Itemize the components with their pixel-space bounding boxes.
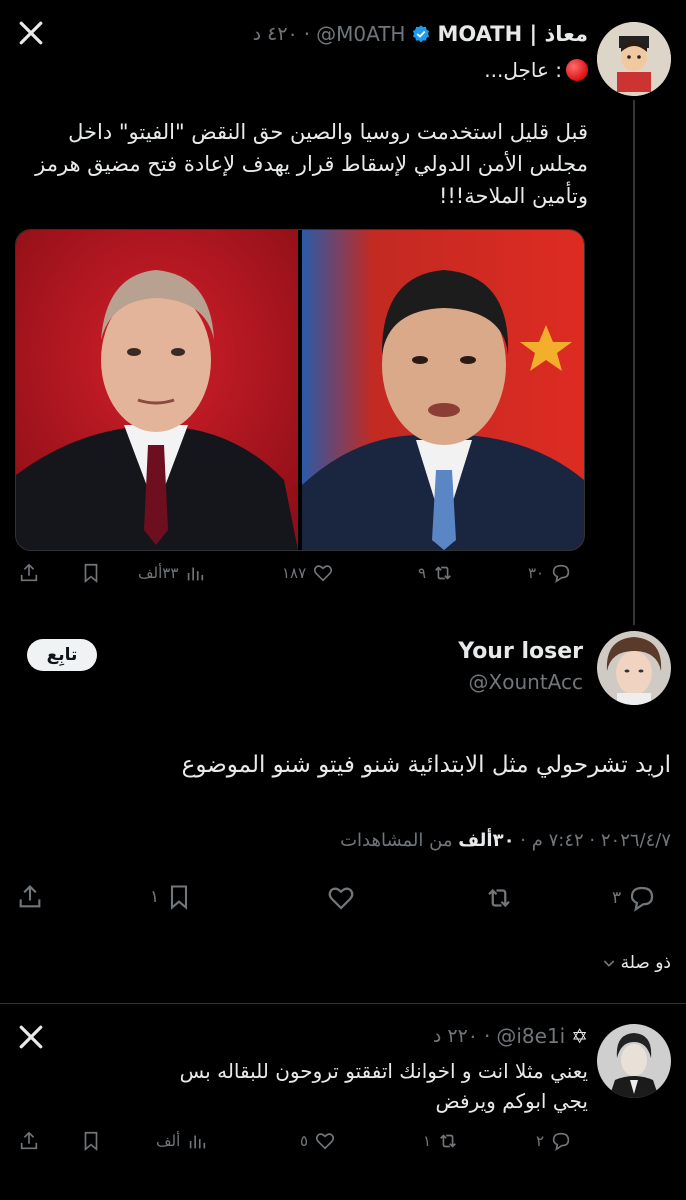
retweet-icon (440, 1134, 456, 1148)
follow-button[interactable]: تابِع (27, 639, 97, 671)
chevron-down-icon (603, 960, 614, 967)
reply-button[interactable]: ٢ (536, 1130, 572, 1152)
views-button[interactable]: ٣٣ألف (138, 562, 206, 584)
retweet-icon (435, 566, 451, 580)
share-button[interactable] (18, 562, 40, 584)
like-icon (328, 887, 354, 910)
post-date[interactable]: ٢٠٢٦/٤/٧ · ٧:٤٢ م · (520, 830, 671, 851)
reply-button[interactable]: ٣٠ (528, 562, 572, 584)
avatar[interactable] (597, 22, 671, 96)
bookmark-button[interactable]: ١ (150, 883, 193, 911)
share-button[interactable] (16, 883, 44, 911)
like-icon (314, 565, 333, 582)
tweet-headline: : عاجل... (484, 58, 588, 82)
bookmark-icon (84, 1131, 98, 1152)
bookmark-count: ١ (150, 887, 160, 907)
reply-count: ٣ (612, 888, 622, 908)
reply-text: اريد تشرحولي مثل الابتدائية شنو فيتو شنو… (181, 752, 671, 778)
like-icon (315, 1133, 335, 1150)
author-handle[interactable]: @XountAcc (458, 670, 583, 694)
focused-reply: Your loser @XountAcc تابِع اريد تشرحولي … (0, 625, 686, 1000)
reply-icon (552, 1132, 570, 1152)
tweet-media[interactable] (15, 229, 585, 551)
tweet-meta: ٢٠٢٦/٤/٧ · ٧:٤٢ م · ٣٠ألف من المشاهدات (340, 830, 671, 851)
leaders-photo (16, 230, 584, 550)
reply-button[interactable]: ٣ (612, 883, 657, 913)
headline-text: : عاجل... (484, 58, 562, 82)
verified-badge-icon (413, 25, 430, 43)
views-icon (188, 567, 204, 581)
retweet-button[interactable] (484, 883, 514, 913)
views-label: من المشاهدات (340, 830, 453, 851)
reply-author[interactable]: Your loser @XountAcc (458, 639, 583, 694)
share-icon (20, 1131, 38, 1150)
reply-icon (552, 564, 570, 584)
action-bar: ١ ٣ (16, 883, 676, 915)
like-button[interactable]: ٥ (300, 1130, 336, 1152)
bookmark-icon (171, 885, 188, 910)
timestamp[interactable]: ٢٢٠ د (433, 1025, 478, 1047)
views-count: ألف (156, 1132, 181, 1150)
bookmark-button[interactable] (80, 562, 102, 584)
separator-dot: · (484, 1024, 491, 1048)
action-bar: ٣٣ألف ١٨٧ ٩ ٣٠ (18, 560, 614, 590)
reply-icon (631, 886, 654, 912)
reply-count: ٢ (536, 1132, 545, 1150)
action-bar: ألف ٥ ١ ٢ (18, 1130, 614, 1160)
x-logo-icon[interactable] (18, 1024, 44, 1050)
avatar[interactable] (597, 1024, 671, 1098)
bookmark-icon (84, 563, 98, 584)
like-button[interactable]: ١٨٧ (282, 562, 334, 584)
avatar[interactable] (597, 631, 671, 705)
tweet-1[interactable]: معاذ | MOATH @M0ATH · ٤٢٠ د : عاجل... قب… (0, 0, 686, 625)
thread-line (633, 100, 635, 625)
bookmark-button[interactable] (80, 1130, 102, 1152)
red-circle-icon (566, 59, 588, 81)
views-icon (190, 1135, 206, 1149)
timestamp[interactable]: ٤٢٠ د (253, 23, 298, 45)
reply-count: ٣٠ (528, 564, 545, 582)
tweet-header: ✡ @i8e1i · ٢٢٠ د (433, 1024, 588, 1048)
share-button[interactable] (18, 1130, 40, 1152)
views-bold: ٣٠ألف (458, 830, 515, 851)
retweet-button[interactable]: ١ (423, 1130, 459, 1152)
like-button[interactable] (326, 883, 356, 913)
retweet-button[interactable]: ٩ (418, 562, 454, 584)
like-count: ٥ (300, 1132, 309, 1150)
tweet-3[interactable]: ✡ @i8e1i · ٢٢٠ د يعني مثلا انت و اخوانك … (0, 1004, 686, 1200)
tweet-text: قبل قليل استخدمت روسيا والصين حق النقض "… (35, 120, 588, 208)
tweet-header: معاذ | MOATH @M0ATH · ٤٢٠ د (253, 22, 588, 46)
author-name[interactable]: معاذ | MOATH (437, 22, 588, 46)
views-count: ٣٣ألف (138, 564, 179, 582)
author-handle[interactable]: @M0ATH (316, 22, 405, 46)
views-button[interactable]: ألف (156, 1130, 208, 1152)
like-count: ١٨٧ (282, 564, 307, 582)
author-name[interactable]: ✡ (571, 1024, 588, 1048)
share-icon (20, 563, 38, 582)
related-label: ذو صلة (620, 953, 671, 973)
retweet-count: ١ (423, 1132, 432, 1150)
separator-dot: · (303, 22, 311, 46)
retweet-icon (488, 888, 510, 908)
related-toggle[interactable]: ذو صلة (601, 953, 671, 973)
tweet-text: يعني مثلا انت و اخوانك اتفقتو تروحون للب… (179, 1059, 588, 1113)
share-icon (19, 885, 41, 908)
x-logo-icon[interactable] (18, 20, 44, 46)
author-handle[interactable]: @i8e1i (496, 1024, 565, 1048)
author-name[interactable]: Your loser (458, 639, 583, 664)
retweet-count: ٩ (418, 564, 427, 582)
